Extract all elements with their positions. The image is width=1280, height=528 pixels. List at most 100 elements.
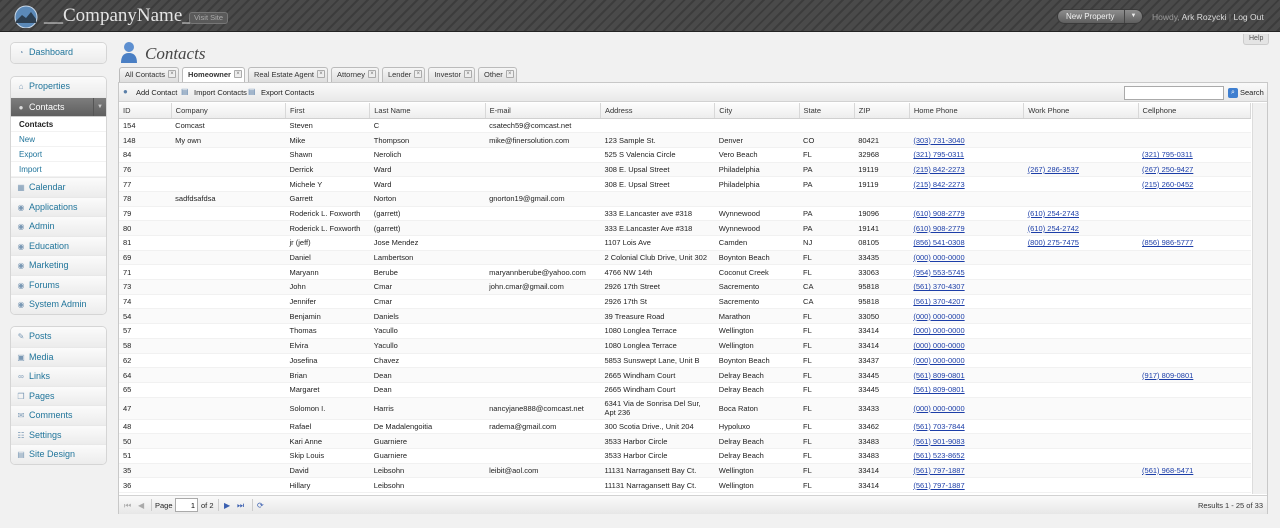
column-header-city[interactable]: City xyxy=(714,103,800,119)
phone-link[interactable]: (267) 286-3537 xyxy=(1028,165,1079,174)
phone-link[interactable]: (561) 809-0801 xyxy=(913,385,964,394)
phone-link[interactable]: (561) 703-7844 xyxy=(913,422,964,431)
phone-link[interactable]: (610) 908-2779 xyxy=(913,224,964,233)
table-row[interactable]: 54 Benjamin Daniels 39 Treasure Road Maratho… xyxy=(119,308,1251,325)
sidebar-item-admin[interactable]: ◉ Admin xyxy=(11,216,106,236)
phone-link[interactable]: (000) 000-0000 xyxy=(913,253,964,262)
column-header-cellphone[interactable]: Cellphone xyxy=(1138,103,1252,119)
table-row[interactable]: 71 Maryann Berube maryannberube@yahoo.com 47… xyxy=(119,264,1251,281)
phone-link[interactable]: (561) 370-4307 xyxy=(913,282,964,291)
close-tab-icon[interactable]: × xyxy=(317,70,326,78)
phone-link[interactable]: (610) 254-2742 xyxy=(1028,224,1079,233)
table-row[interactable]: 58 Elvira Yacullo 1080 Longlea Terrace Welli… xyxy=(119,338,1251,354)
phone-link[interactable]: (856) 986-5777 xyxy=(1142,238,1193,247)
phone-link[interactable]: (215) 842-2273 xyxy=(913,180,964,189)
previous-page-icon[interactable]: ◀ xyxy=(138,500,144,511)
phone-link[interactable]: (303) 731-3040 xyxy=(913,136,964,145)
phone-link[interactable]: (856) 541-0308 xyxy=(913,238,964,247)
sidebar-item-comments[interactable]: ✉ Comments xyxy=(11,405,106,425)
table-row[interactable]: 73 John Cmar john.cmar@gmail.com 2926 17th S… xyxy=(119,279,1251,295)
sidebar-item-media[interactable]: ▣ Media xyxy=(11,346,106,366)
sidebar-item-calendar[interactable]: ▦ Calendar xyxy=(11,177,106,197)
vertical-scrollbar[interactable] xyxy=(1252,103,1267,494)
export-contacts-button[interactable]: ▤ Export Contacts xyxy=(248,86,314,99)
table-row[interactable]: 148 My own Mike Thompson mike@finersolution.… xyxy=(119,132,1251,148)
column-header-company[interactable]: Company xyxy=(171,103,287,119)
import-contacts-button[interactable]: ▤ Import Contacts xyxy=(181,86,247,99)
phone-link[interactable]: (800) 275-7475 xyxy=(1028,238,1079,247)
column-header-zip[interactable]: ZIP xyxy=(854,103,910,119)
logout-link[interactable]: Log Out xyxy=(1233,12,1263,22)
new-property-button[interactable]: New Property ▼ xyxy=(1057,9,1143,24)
table-row[interactable]: 64 Brian Dean 2665 Windham Court Delray Beac… xyxy=(119,367,1251,383)
page-number-input[interactable] xyxy=(175,498,198,512)
table-row[interactable]: 77 Michele Y Ward 308 E. Upsal Street Philad… xyxy=(119,176,1251,192)
phone-link[interactable]: (215) 260-0452 xyxy=(1142,180,1193,189)
table-row[interactable]: 51 Skip Louis Guarniere 3533 Harbor Circle D… xyxy=(119,448,1251,464)
tab-investor[interactable]: Investor × xyxy=(428,67,475,82)
phone-link[interactable]: (000) 000-0000 xyxy=(913,326,964,335)
sidebar-item-dashboard[interactable]: ◔ Dashboard xyxy=(11,43,106,63)
submenu-item-export[interactable]: Export xyxy=(11,147,106,162)
close-tab-icon[interactable]: × xyxy=(168,70,177,78)
table-row[interactable]: 78 sadfdsafdsa Garrett Norton gnorton19@gmai… xyxy=(119,191,1251,207)
column-header-first[interactable]: First xyxy=(285,103,371,119)
close-tab-icon[interactable]: × xyxy=(233,70,242,78)
table-row[interactable]: 76 Derrick Ward 308 E. Upsal Street Philadel… xyxy=(119,162,1251,178)
phone-link[interactable]: (561) 901-9083 xyxy=(913,437,964,446)
phone-link[interactable]: (610) 254-2743 xyxy=(1028,209,1079,218)
table-row[interactable]: 84 Shawn Nerolich 525 S Valencia Circle Vero… xyxy=(119,147,1251,163)
sidebar-item-forums[interactable]: ◉ Forums xyxy=(11,274,106,294)
table-row[interactable]: 69 Daniel Lambertson 2 Colonial Club Drive,… xyxy=(119,250,1251,266)
phone-link[interactable]: (267) 250-9427 xyxy=(1142,165,1193,174)
sidebar-item-posts[interactable]: ✎ Posts xyxy=(11,327,106,347)
table-row[interactable]: 47 Solomon I. Harris nancyjane888@comcast.n… xyxy=(119,397,1251,420)
tab-other[interactable]: Other × xyxy=(478,67,517,82)
sidebar-item-education[interactable]: ◉ Education xyxy=(11,235,106,255)
phone-link[interactable]: (561) 523-8652 xyxy=(913,451,964,460)
table-row[interactable]: 74 Jennifer Cmar 2926 17th St Sacremento CA 95… xyxy=(119,294,1251,310)
refresh-icon[interactable]: ⟳ xyxy=(257,500,264,511)
close-tab-icon[interactable]: × xyxy=(505,70,514,78)
table-row[interactable]: 36 Hillary Leibsohn 11131 Narragansett Bay … xyxy=(119,477,1251,493)
tab-real-estate-agent[interactable]: Real Estate Agent × xyxy=(247,67,329,82)
chevron-down-icon[interactable]: ▼ xyxy=(1124,10,1142,23)
column-header-last-name[interactable]: Last Name xyxy=(369,103,486,119)
phone-link[interactable]: (917) 809-0801 xyxy=(1142,371,1193,380)
sidebar-item-contacts[interactable]: ● Contacts ▼ xyxy=(11,96,106,116)
phone-link[interactable]: (000) 000-0000 xyxy=(913,341,964,350)
phone-link[interactable]: (610) 908-2779 xyxy=(913,209,964,218)
tab-attorney[interactable]: Attorney × xyxy=(331,67,379,82)
phone-link[interactable]: (561) 809-0801 xyxy=(913,371,964,380)
add-contact-button[interactable]: ● Add Contact xyxy=(123,86,177,99)
sidebar-item-properties[interactable]: ⌂ Properties xyxy=(11,77,106,97)
phone-link[interactable]: (321) 795-0311 xyxy=(1142,150,1193,159)
sidebar-item-pages[interactable]: ❐ Pages xyxy=(11,385,106,405)
table-row[interactable]: 35 David Leibsohn leibit@aol.com 11131 Narra… xyxy=(119,463,1251,479)
submenu-item-contacts[interactable]: Contacts xyxy=(11,117,106,132)
table-row[interactable]: 48 Rafael De Madalengoitia radema@gmail.com… xyxy=(119,419,1251,435)
phone-link[interactable]: (000) 000-0000 xyxy=(913,356,964,365)
phone-link[interactable]: (000) 000-0000 xyxy=(913,404,964,413)
search-input[interactable] xyxy=(1124,86,1224,100)
tab-lender[interactable]: Lender × xyxy=(381,67,426,82)
table-row[interactable]: 50 Kari Anne Guarniere 3533 Harbor Circle De… xyxy=(119,433,1251,449)
table-row[interactable]: 62 Josefina Chavez 5853 Sunswept Lane, Unit… xyxy=(119,353,1251,369)
phone-link[interactable]: (954) 553-5745 xyxy=(913,268,964,277)
submenu-item-import[interactable]: Import xyxy=(11,162,106,177)
tab-all-contacts[interactable]: All Contacts × xyxy=(119,67,180,82)
column-header-home-phone[interactable]: Home Phone xyxy=(909,103,1025,119)
site-name[interactable]: __CompanyName__ xyxy=(44,6,201,26)
sidebar-item-system-admin[interactable]: ◉ System Admin xyxy=(11,294,106,314)
search-button[interactable]: ⌕ Search xyxy=(1228,87,1264,99)
visit-site-button[interactable]: Visit Site xyxy=(189,12,229,24)
submenu-item-new[interactable]: New xyxy=(11,132,106,147)
sidebar-item-marketing[interactable]: ◉ Marketing xyxy=(11,255,106,275)
sidebar-item-settings[interactable]: ☷ Settings xyxy=(11,424,106,444)
column-header-e-mail[interactable]: E-mail xyxy=(485,103,601,119)
table-row[interactable]: 154 Comcast Steven Ccsatech59@comcast.net xyxy=(119,118,1251,134)
phone-link[interactable]: (561) 797-1887 xyxy=(913,481,964,490)
first-page-icon[interactable]: ⏮ xyxy=(124,500,131,511)
close-tab-icon[interactable]: × xyxy=(367,70,376,78)
sidebar-item-site-design[interactable]: ▤ Site Design xyxy=(11,444,106,464)
